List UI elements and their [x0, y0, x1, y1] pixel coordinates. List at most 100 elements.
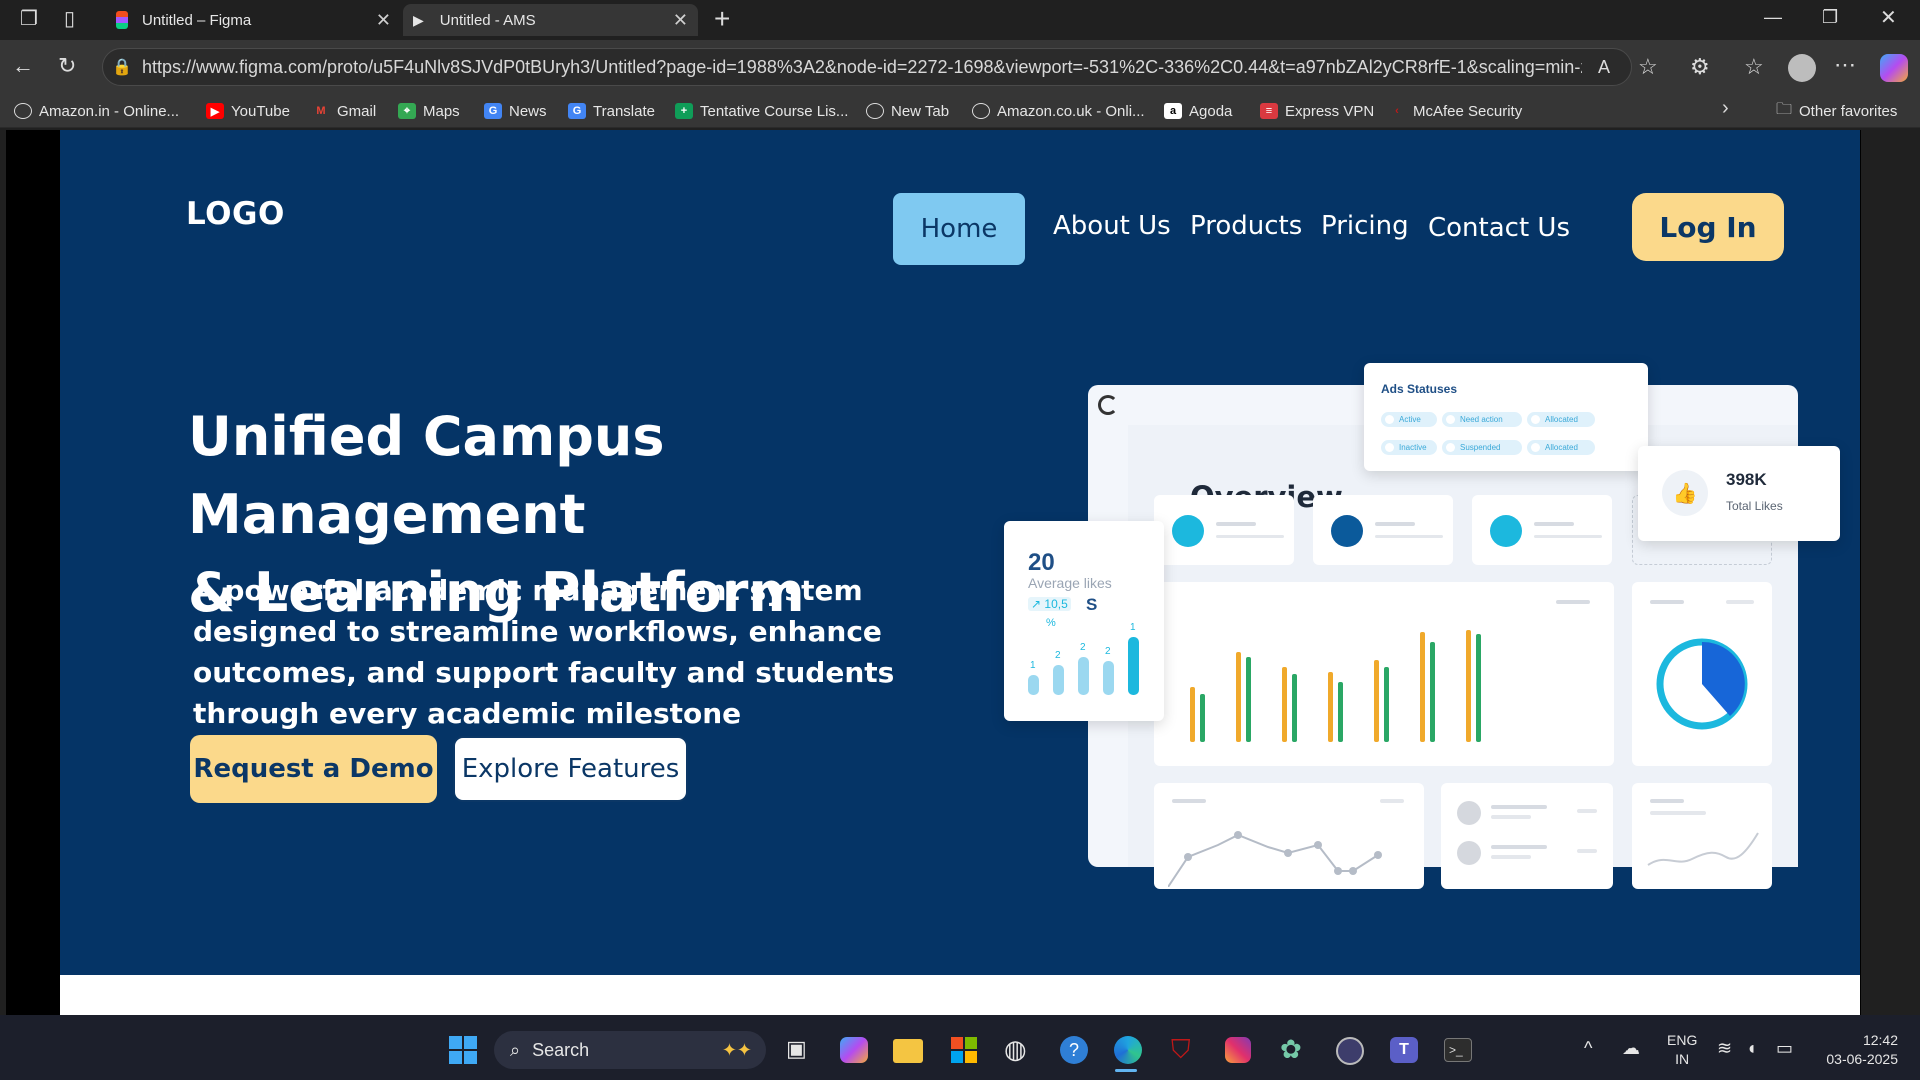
close-icon[interactable]: ✕: [376, 10, 391, 31]
chatgpt-icon[interactable]: ✿: [1280, 1034, 1302, 1065]
total-likes-card: 👍 398K Total Likes: [1638, 446, 1840, 541]
ads-statuses-card: Ads Statuses Active Need action Allocated …: [1364, 363, 1648, 471]
chart-bar: [1384, 667, 1389, 742]
status-pill: Suspended: [1442, 440, 1522, 455]
eclipse-icon[interactable]: [1336, 1037, 1364, 1065]
vertical-tabs-icon[interactable]: ▯: [64, 9, 75, 29]
mcafee-icon: ‹: [1395, 105, 1399, 117]
nav-contact-us[interactable]: Contact Us: [1428, 213, 1570, 243]
restore-button[interactable]: ❐: [1822, 8, 1838, 26]
language-indicator[interactable]: ENG IN: [1667, 1031, 1697, 1069]
headline-line-1: Unified Campus Management: [188, 405, 665, 546]
bookmark-mcafee[interactable]: ‹ McAfee Security: [1388, 100, 1522, 122]
lang-line-1: ENG: [1667, 1032, 1698, 1048]
url-text[interactable]: https://www.figma.com/proto/u5F4uNlv8SJV…: [142, 57, 1582, 78]
help-icon[interactable]: ?: [1060, 1036, 1088, 1064]
news-icon: G: [484, 103, 502, 119]
pie-chart-card: [1632, 582, 1772, 766]
mini-bar-chart: 1 2 2 2 1: [1028, 622, 1148, 695]
back-icon[interactable]: ←: [12, 55, 34, 77]
profile-avatar[interactable]: [1788, 54, 1816, 82]
clock[interactable]: 12:42 03-06-2025: [1818, 1031, 1898, 1069]
bookmark-amazon-uk[interactable]: Amazon.co.uk - Onli...: [972, 100, 1145, 122]
bookmark-maps[interactable]: ⌖ Maps: [398, 100, 460, 122]
mcafee-taskbar-icon[interactable]: ⛉: [1171, 1034, 1191, 1066]
active-indicator: [1115, 1069, 1137, 1072]
minimize-button[interactable]: —: [1764, 8, 1782, 26]
login-button[interactable]: Log In: [1632, 193, 1784, 261]
agoda-icon: a: [1164, 103, 1182, 119]
start-icon[interactable]: [449, 1036, 477, 1064]
bookmark-label: Express VPN: [1285, 102, 1375, 120]
refresh-icon[interactable]: ↻: [58, 55, 76, 77]
nav-home[interactable]: Home: [893, 193, 1025, 265]
lock-icon[interactable]: 🔒: [112, 57, 132, 77]
site-logo[interactable]: LOGO: [186, 196, 285, 232]
mini-bar-label: 2: [1080, 642, 1086, 653]
task-view-icon[interactable]: ▣: [786, 1036, 807, 1062]
bookmark-new-tab[interactable]: New Tab: [866, 100, 949, 122]
bookmark-amazon-in[interactable]: Amazon.in - Online...: [14, 100, 179, 122]
tab-figma[interactable]: Untitled – Figma ✕: [106, 4, 401, 36]
avg-change-value: 10,5: [1044, 597, 1068, 611]
chevron-right-icon[interactable]: ›: [1722, 98, 1729, 118]
favorite-star-icon[interactable]: ☆: [1638, 56, 1658, 78]
stat-card: [1472, 495, 1612, 565]
copilot-app-icon[interactable]: [840, 1037, 868, 1063]
ads-pills: Active Need action Allocated Inactive Suspe…: [1381, 409, 1641, 465]
bookmark-expressvpn[interactable]: ≡ Express VPN: [1260, 100, 1374, 122]
new-tab-button[interactable]: +: [714, 5, 730, 33]
close-icon[interactable]: ✕: [673, 10, 688, 31]
request-demo-button[interactable]: Request a Demo: [190, 735, 437, 803]
nav-about-us[interactable]: About Us: [1053, 211, 1171, 241]
more-menu-icon[interactable]: ⋯: [1834, 54, 1856, 76]
globe-icon: [866, 103, 884, 119]
read-aloud-icon[interactable]: A: [1598, 58, 1610, 76]
wifi-icon[interactable]: ≋: [1717, 1038, 1732, 1059]
bookmark-youtube[interactable]: ▶ YouTube: [206, 100, 290, 122]
battery-icon[interactable]: ▭: [1776, 1038, 1793, 1059]
search-icon: ⌕: [510, 1039, 521, 1060]
taskbar-search[interactable]: ⌕ Search ✦✦: [494, 1031, 766, 1069]
bookmark-agoda[interactable]: a Agoda: [1164, 100, 1232, 122]
volume-icon[interactable]: ◖: [1746, 1038, 1757, 1059]
mini-bar-label: 1: [1130, 622, 1136, 633]
workspaces-icon[interactable]: ❐: [20, 9, 38, 29]
nav-pricing[interactable]: Pricing: [1321, 211, 1409, 241]
mini-bar: [1103, 661, 1114, 695]
clock-time: 12:42: [1862, 1032, 1898, 1048]
nav-products[interactable]: Products: [1190, 211, 1302, 241]
instagram-icon[interactable]: [1225, 1037, 1251, 1063]
avg-suffix: S: [1086, 595, 1098, 614]
extensions-icon[interactable]: ⚙: [1690, 56, 1710, 78]
store-icon[interactable]: [951, 1037, 977, 1063]
explore-features-button[interactable]: Explore Features: [453, 736, 688, 802]
bookmark-gmail[interactable]: M Gmail: [312, 100, 376, 122]
other-favorites[interactable]: 🗀 Other favorites: [1776, 100, 1897, 122]
network-alert-icon[interactable]: ☁: [1622, 1038, 1640, 1059]
bookmark-label: Tentative Course Lis...: [700, 102, 849, 120]
bookmark-label: New Tab: [891, 102, 950, 120]
file-explorer-icon[interactable]: [893, 1039, 923, 1063]
translate-icon: G: [568, 103, 586, 119]
tab-figma-label: Untitled – Figma: [142, 11, 252, 29]
gmail-icon: M: [316, 105, 326, 117]
favorites-icon[interactable]: ☆: [1744, 56, 1764, 78]
chart-bar: [1466, 630, 1471, 742]
sparkle-icon: ✦✦: [721, 1039, 752, 1060]
maps-icon: ⌖: [398, 103, 416, 119]
terminal-icon[interactable]: >_: [1444, 1038, 1472, 1062]
globe-icon: [14, 103, 32, 119]
bookmark-label: Maps: [423, 102, 460, 120]
teams-icon[interactable]: T: [1390, 1037, 1418, 1063]
tab-ams[interactable]: ▶ Untitled - AMS ✕: [403, 4, 698, 36]
chevron-up-icon[interactable]: ^: [1584, 1038, 1592, 1059]
close-window-button[interactable]: ✕: [1880, 8, 1897, 28]
bookmark-label: Amazon.in - Online...: [39, 102, 180, 120]
bookmark-translate[interactable]: G Translate: [568, 100, 655, 122]
copilot-icon[interactable]: [1880, 54, 1908, 82]
bookmark-news[interactable]: G News: [484, 100, 547, 122]
app-icon[interactable]: ◍: [1004, 1034, 1027, 1065]
bookmark-course-list[interactable]: + Tentative Course Lis...: [675, 100, 848, 122]
edge-icon[interactable]: [1114, 1036, 1142, 1064]
